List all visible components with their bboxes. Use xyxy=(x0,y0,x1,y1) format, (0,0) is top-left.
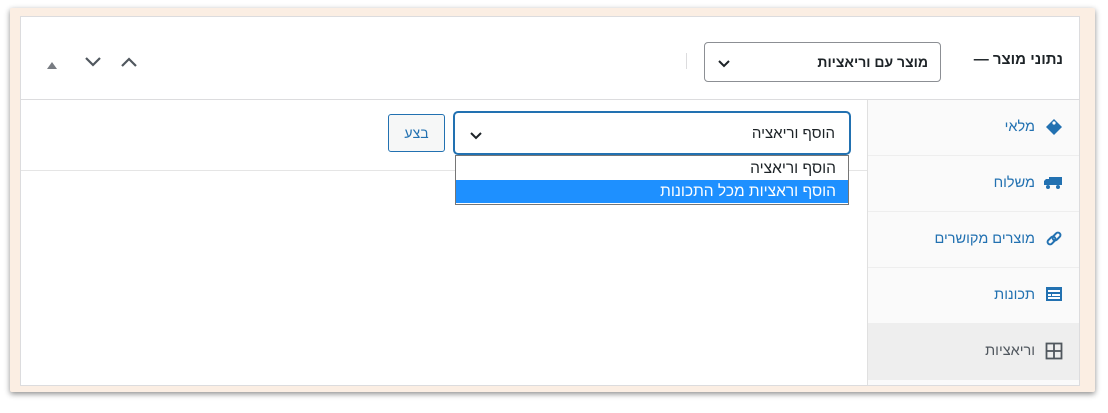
product-data-panel: נתוני מוצר — מוצר עם וריאציות מלאי משלוח… xyxy=(20,16,1080,386)
variation-action-value: הוסף וריאציה xyxy=(751,125,835,142)
tab-label: מלאי xyxy=(1004,119,1035,135)
option-add-variation[interactable]: הוסף וריאציה xyxy=(456,157,848,180)
list-card-icon xyxy=(1045,286,1063,307)
header-separator xyxy=(686,53,687,69)
grid-icon xyxy=(1045,342,1063,365)
tab-label: מוצרים מקושרים xyxy=(934,231,1036,247)
chevron-down-icon xyxy=(469,128,483,146)
truck-icon xyxy=(1043,174,1063,195)
tab-label: תכונות xyxy=(994,287,1035,303)
link-icon xyxy=(1045,230,1063,253)
tab-inventory[interactable]: מלאי xyxy=(868,100,1079,156)
tab-attributes[interactable]: תכונות xyxy=(868,268,1079,324)
toggle-panel-icon[interactable] xyxy=(45,57,59,75)
product-data-tabs: מלאי משלוח מוצרים מקושרים תכונות וריאציו… xyxy=(867,100,1079,385)
tag-icon xyxy=(1045,118,1063,141)
panel-title: נתוני מוצר — xyxy=(973,51,1063,68)
tab-label: וריאציות xyxy=(985,343,1035,359)
tab-variations[interactable]: וריאציות xyxy=(868,324,1079,380)
product-type-value: מוצר עם וריאציות xyxy=(817,54,928,70)
go-button[interactable]: בצע xyxy=(388,114,445,152)
move-down-icon[interactable] xyxy=(83,55,103,74)
chevron-down-icon xyxy=(717,56,731,74)
tab-label: משלוח xyxy=(993,175,1035,191)
tab-linked-products[interactable]: מוצרים מקושרים xyxy=(868,212,1079,268)
product-type-select[interactable]: מוצר עם וריאציות xyxy=(704,42,941,82)
variation-action-dropdown: הוסף וריאציה הוסף וראציות מכל התכונות xyxy=(455,155,849,205)
move-up-icon[interactable] xyxy=(119,55,139,74)
variation-action-select[interactable]: הוסף וריאציה xyxy=(454,112,850,154)
option-add-all-variations[interactable]: הוסף וראציות מכל התכונות xyxy=(456,180,848,203)
tab-shipping[interactable]: משלוח xyxy=(868,156,1079,212)
panel-header: נתוני מוצר — מוצר עם וריאציות xyxy=(21,17,1079,100)
